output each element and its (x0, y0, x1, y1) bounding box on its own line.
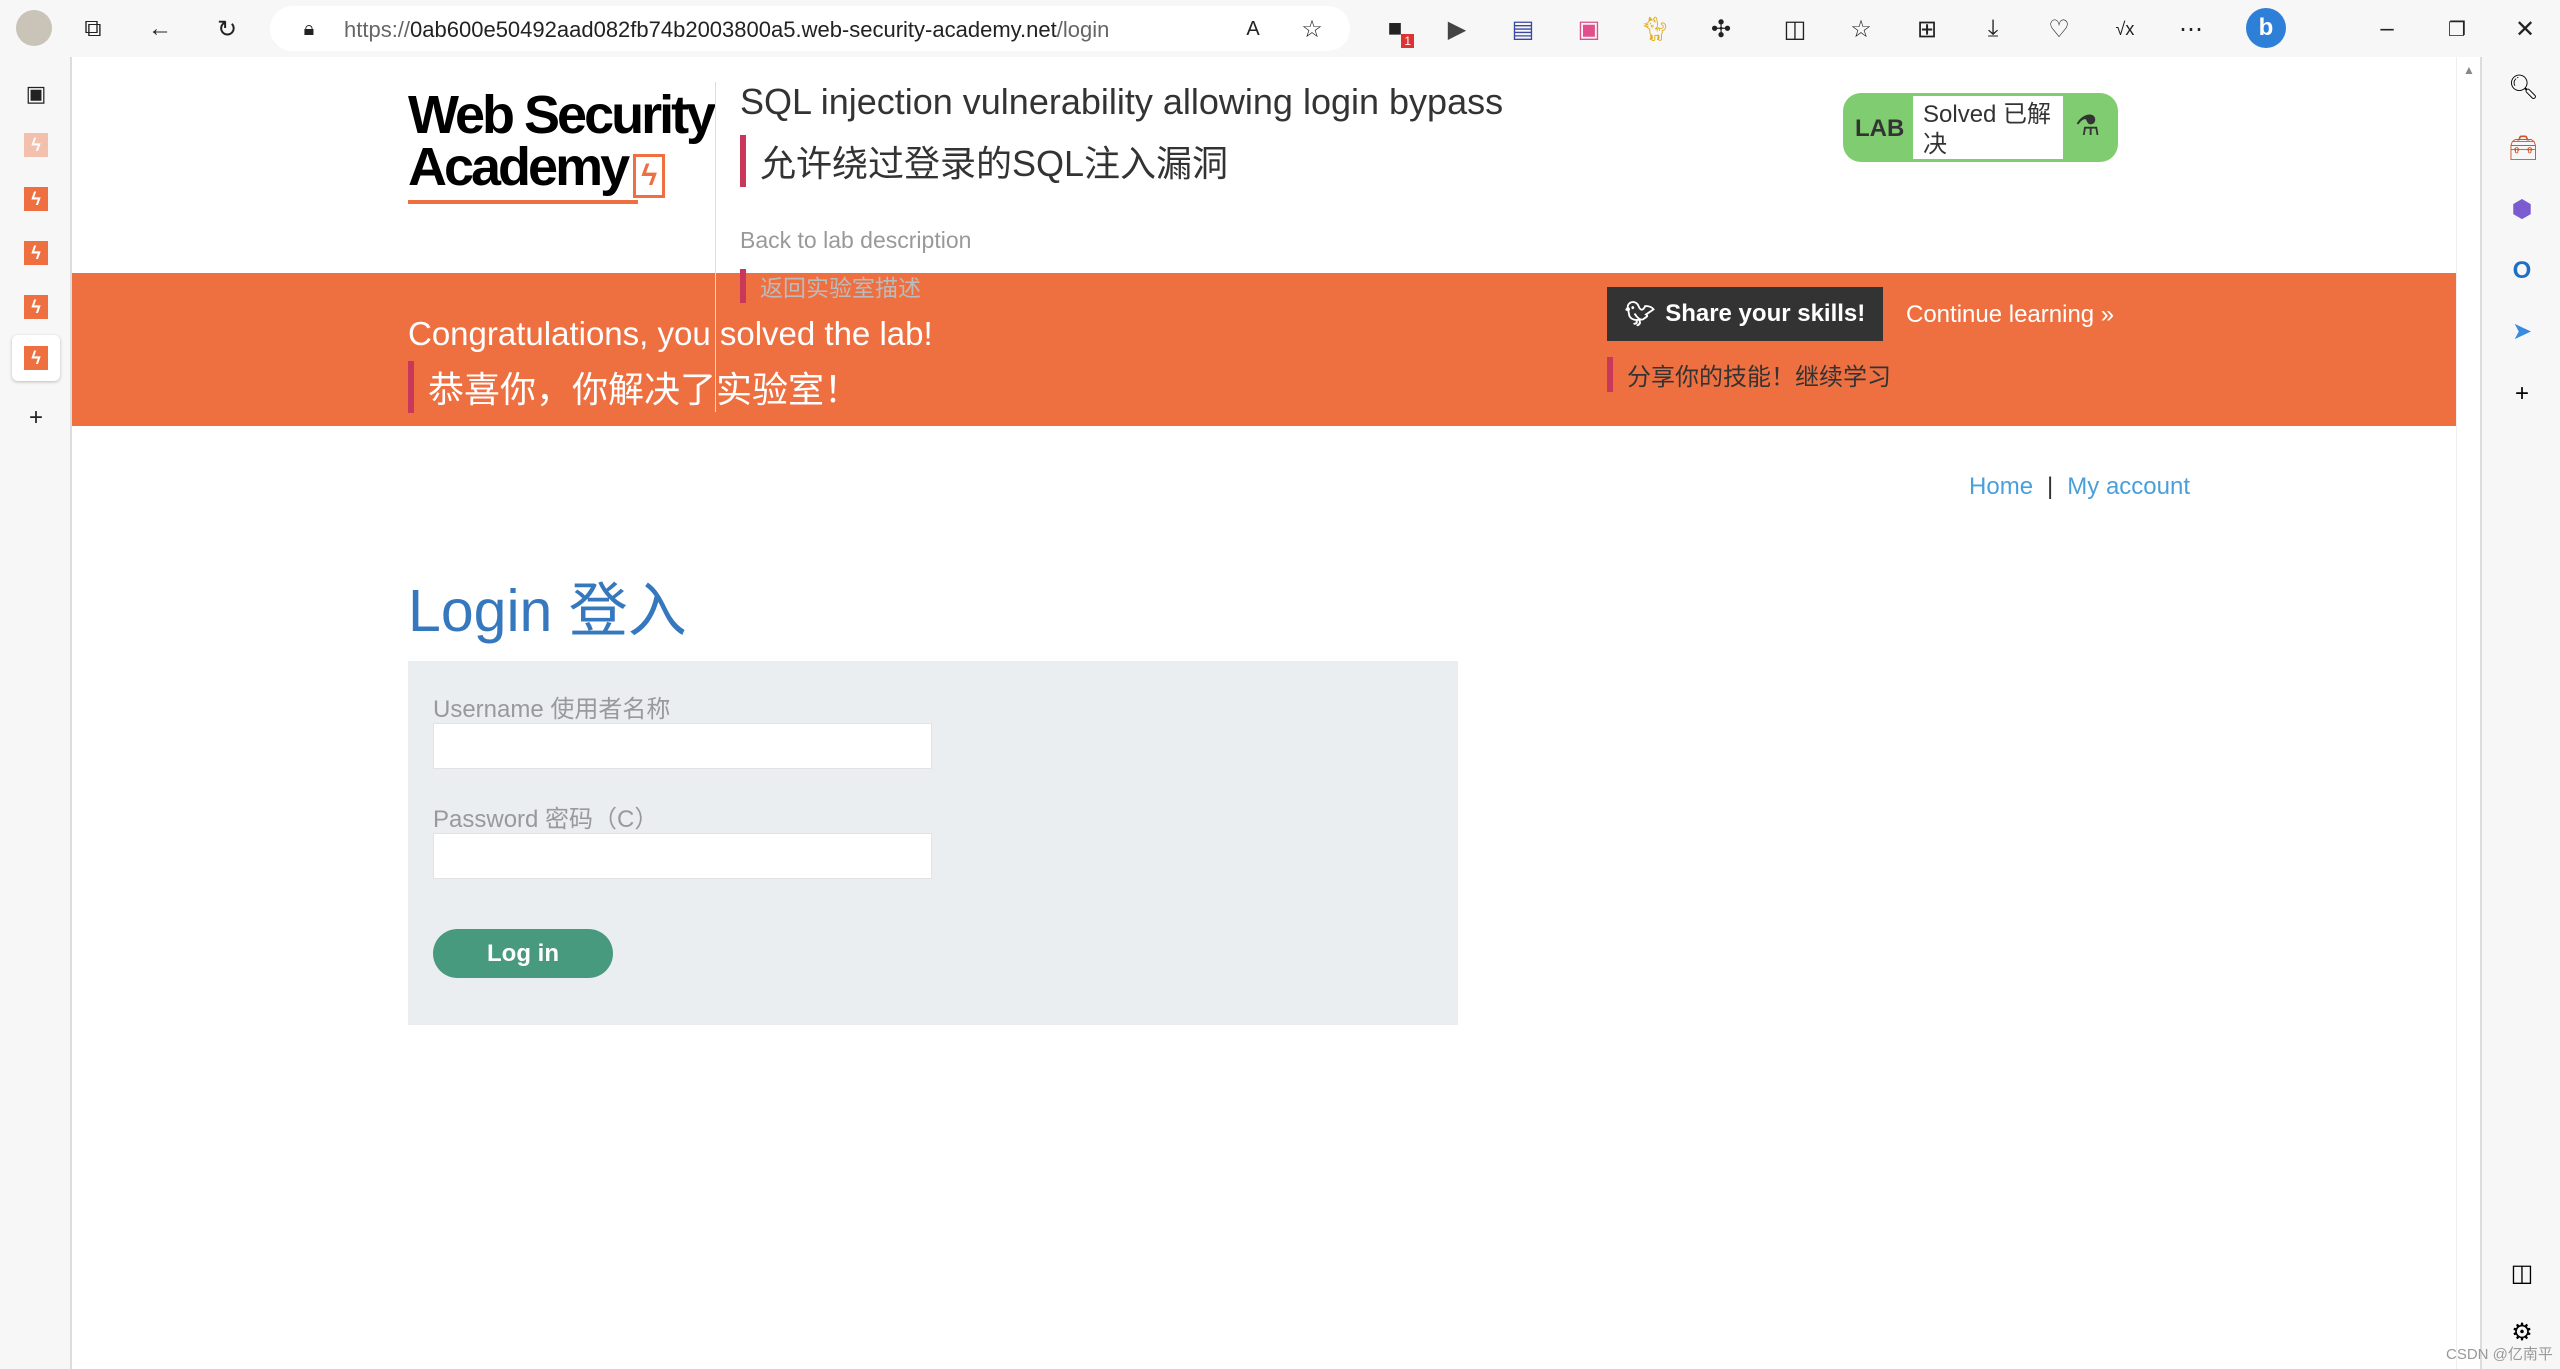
page-title: Login 登入 (408, 578, 687, 644)
download-icon[interactable]: ⤓ (1978, 14, 2008, 44)
logo-bolt-icon: ϟ (633, 154, 666, 198)
url-path: /login (1056, 17, 1110, 42)
search-icon[interactable]: 🔍︎ (2508, 74, 2538, 102)
new-tab-icon[interactable]: + (21, 403, 51, 433)
password-label: Password 密码（C） (433, 806, 659, 833)
nav-separator: | (2047, 473, 2054, 500)
extension-icon[interactable]: ■ 1 (1380, 14, 1414, 48)
twitter-icon: 🐦︎ (1624, 300, 1656, 328)
tab-portswigger-icon[interactable]: ϟ (24, 295, 48, 319)
back-to-lab-description-link[interactable]: Back to lab description (740, 227, 971, 254)
math-solver-icon[interactable]: √x (2110, 14, 2140, 44)
split-screen-icon[interactable]: ◫ (1780, 14, 1810, 44)
translate-icon[interactable]: ▣ (1574, 14, 1604, 44)
active-tab[interactable]: ϟ (12, 335, 60, 381)
office-icon[interactable]: ⬢ (2508, 196, 2536, 224)
congrats-translation: 恭喜你，你解决了实验室！ (408, 361, 860, 413)
favorite-star-icon[interactable]: ☆ (1297, 14, 1327, 44)
edge-sidebar: 🔍︎ 🧰︎ ⬢ O ➤ + ◫ ⚙ (2480, 57, 2560, 1369)
url-host: 0ab600e50492aad082fb74b2003800a5.web-sec… (410, 17, 1057, 42)
vertical-tabs-sidebar: ▣ ϟ ϟ ϟ ϟ ϟ + (0, 57, 72, 1369)
congrats-message: Congratulations, you solved the lab! (408, 315, 933, 352)
bing-icon[interactable]: b (2246, 8, 2286, 48)
add-icon[interactable]: + (2508, 380, 2536, 408)
browser-toolbar: ⧉ ← ↻ 🔒︎ https://0ab600e50492aad082fb74b… (0, 0, 2560, 57)
scrollbar[interactable]: ▲ (2456, 57, 2480, 1369)
lab-status-badge: LAB Solved 已解决 ⚗ (1843, 93, 2118, 162)
solved-status: Solved 已解决 (1913, 96, 2063, 159)
tab-portswigger-icon[interactable]: ϟ (24, 133, 48, 157)
password-input[interactable] (433, 833, 932, 879)
toolbox-icon[interactable]: 🧰︎ (2508, 135, 2538, 163)
reader-icon[interactable]: ▤ (1508, 14, 1538, 44)
home-link[interactable]: Home (1969, 473, 2033, 500)
tab-portswigger-icon[interactable]: ϟ (24, 241, 48, 265)
more-icon[interactable]: ⋯ (2176, 14, 2206, 44)
extensions-puzzle-icon[interactable]: ✣ (1706, 14, 1736, 44)
restore-icon[interactable]: ❐ (2442, 14, 2472, 44)
url-prefix: https:// (344, 17, 411, 42)
close-icon[interactable]: ✕ (2510, 14, 2540, 44)
minimize-icon[interactable]: – (2372, 14, 2402, 44)
health-icon[interactable]: ♡ (2044, 14, 2074, 44)
play-icon[interactable]: ▶ (1442, 14, 1472, 44)
solved-banner: Congratulations, you solved the lab! 恭喜你… (72, 273, 2456, 426)
back-link-translation: 返回实验室描述 (740, 269, 921, 303)
sidebar-toggle-icon[interactable]: ◫ (2508, 1260, 2536, 1288)
divider (715, 82, 716, 412)
read-aloud-icon[interactable]: A (1238, 14, 1268, 44)
share-skills-button[interactable]: 🐦︎ Share your skills! (1607, 287, 1883, 341)
collections-icon[interactable]: ⊞ (1912, 14, 1942, 44)
share-translation: 分享你的技能！继续学习 (1607, 357, 1891, 392)
profile-avatar[interactable] (16, 10, 52, 46)
flask-icon: ⚗ (2075, 110, 2101, 141)
username-input[interactable] (433, 723, 932, 769)
scroll-up-icon[interactable]: ▲ (2463, 63, 2475, 77)
cat-extension-icon[interactable]: 🐈︎ (1640, 14, 1670, 44)
top-nav: Home | My account (1969, 473, 2190, 501)
extension-badge: 1 (1401, 34, 1414, 48)
login-form: Username 使用者名称 Password 密码（C） Log in (408, 661, 1458, 1025)
tab-panel-icon[interactable]: ▣ (21, 79, 51, 109)
outlook-icon[interactable]: O (2508, 257, 2536, 285)
lock-icon[interactable]: 🔒︎ (294, 14, 324, 44)
logo-line1: Web Security (408, 85, 716, 145)
web-page: Web Security Academy ϟ SQL injection vuln… (72, 57, 2456, 1369)
favorites-icon[interactable]: ☆ (1846, 14, 1876, 44)
refresh-icon[interactable]: ↻ (212, 14, 242, 44)
back-icon[interactable]: ← (145, 14, 175, 44)
logo-line2: Academy ϟ (408, 140, 713, 198)
send-icon[interactable]: ➤ (2508, 318, 2536, 346)
tab-portswigger-icon: ϟ (24, 346, 48, 370)
tabs-icon[interactable]: ⧉ (78, 14, 108, 44)
address-bar[interactable]: 🔒︎ https://0ab600e50492aad082fb74b200380… (270, 6, 1350, 51)
lab-label: LAB (1855, 115, 1905, 142)
username-label: Username 使用者名称 (433, 696, 671, 723)
lab-title: SQL injection vulnerability allowing log… (740, 81, 1504, 122)
lab-title-translation: 允许绕过登录的SQL注入漏洞 (740, 135, 1228, 187)
continue-learning-link[interactable]: Continue learning » (1906, 301, 2114, 329)
logo-underline (408, 200, 638, 204)
share-label: Share your skills! (1665, 300, 1866, 327)
my-account-link[interactable]: My account (2067, 473, 2190, 500)
watermark: CSDN @亿南平 (2446, 1346, 2553, 1363)
academy-logo[interactable]: Web Security Academy ϟ (408, 85, 716, 204)
login-button[interactable]: Log in (433, 929, 613, 978)
tab-portswigger-icon[interactable]: ϟ (24, 187, 48, 211)
url-text[interactable]: https://0ab600e50492aad082fb74b2003800a5… (344, 17, 1109, 43)
